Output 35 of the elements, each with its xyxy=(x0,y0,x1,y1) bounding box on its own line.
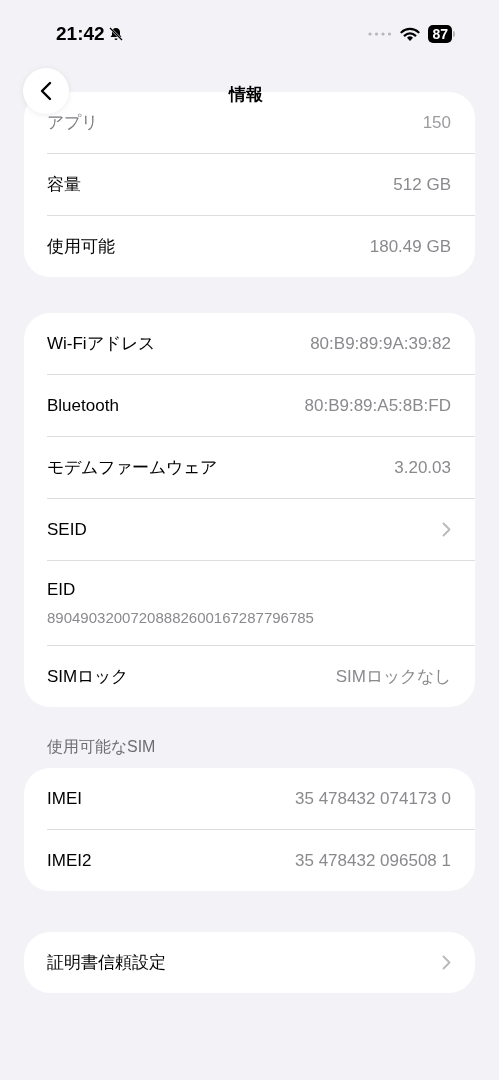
battery-level: 87 xyxy=(428,25,452,43)
bell-slash-icon xyxy=(107,26,124,42)
row-value: SIMロックなし xyxy=(335,665,451,688)
row-label: Bluetooth xyxy=(47,394,119,417)
list-row[interactable]: SEID xyxy=(47,499,475,560)
row-value: 3.20.03 xyxy=(394,456,451,479)
chevron-icon xyxy=(442,522,451,537)
nav-title: 情報 xyxy=(229,84,263,106)
signal-dots-icon xyxy=(368,32,393,36)
row-value: 35 478432 096508 1 xyxy=(295,849,451,872)
row-value: 35 478432 074173 0 xyxy=(295,787,451,810)
row-value: 80:B9:89:A5:8B:FD xyxy=(304,394,451,417)
row-value: 180.49 GB xyxy=(369,235,451,258)
row-label: SEID xyxy=(47,518,87,541)
status-time: 21:42 xyxy=(56,21,105,46)
row-label: 容量 xyxy=(47,173,81,196)
section-header: 使用可能なSIM xyxy=(47,738,156,755)
row-value: 150 xyxy=(422,111,451,134)
chevron-icon xyxy=(442,955,451,970)
back-button[interactable] xyxy=(23,68,69,114)
back-chevron-icon xyxy=(40,81,52,101)
row-value: 80:B9:89:9A:39:82 xyxy=(310,332,451,355)
row-label: Wi-Fiアドレス xyxy=(47,332,155,355)
row-label: 証明書信頼設定 xyxy=(47,951,166,974)
row-label: IMEI2 xyxy=(47,849,92,872)
row-label: EID xyxy=(47,579,77,601)
row-label: SIMロック xyxy=(47,665,129,688)
wifi-icon xyxy=(400,26,421,42)
list-row[interactable]: 証明書信頼設定 xyxy=(47,932,475,993)
row-label: 使用可能 xyxy=(47,235,115,258)
row-label: モデムファームウェア xyxy=(47,456,217,479)
row-value: 512 GB xyxy=(393,173,451,196)
row-value: 89049032007208882600167287796785 xyxy=(47,607,315,628)
row-label: IMEI xyxy=(47,787,82,810)
row-label: アプリ xyxy=(47,111,98,134)
